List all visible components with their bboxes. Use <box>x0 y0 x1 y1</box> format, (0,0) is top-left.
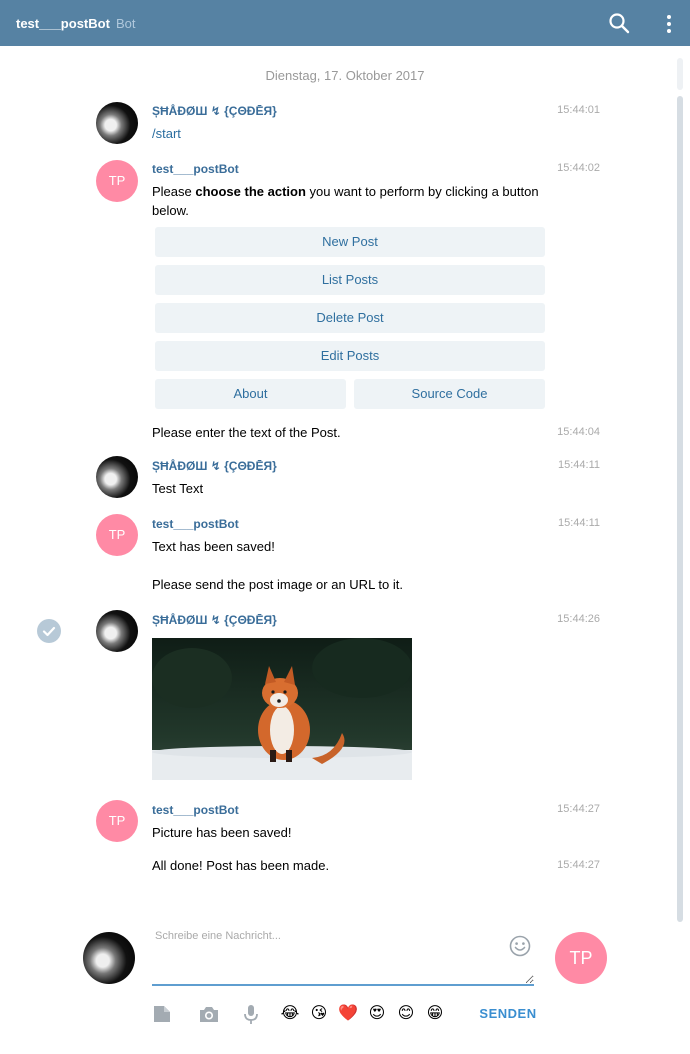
message-text: Please enter the text of the Post. <box>152 425 341 440</box>
message-time: 15:44:11 <box>557 459 600 471</box>
message-time: 15:44:26 <box>557 613 600 625</box>
emoji-button[interactable]: ❤️ <box>338 1004 358 1024</box>
message-text-part: Please <box>152 184 196 199</box>
emoji-button[interactable]: 😁 <box>425 1004 445 1024</box>
microphone-icon[interactable] <box>240 1003 262 1025</box>
emoji-button[interactable]: 😂 <box>280 1004 300 1024</box>
chat-title[interactable]: test___postBot <box>16 16 110 31</box>
message-time: 15:44:04 <box>557 426 600 438</box>
more-vertical-icon[interactable] <box>662 14 676 34</box>
user-avatar[interactable] <box>96 610 138 652</box>
list-posts-button[interactable]: List Posts <box>155 265 545 295</box>
message-text: Test Text <box>152 481 204 496</box>
message-text: Picture has been saved! <box>152 825 292 840</box>
bot-avatar[interactable]: TP <box>96 514 138 556</box>
date-separator: Dienstag, 17. Oktober 2017 <box>265 68 425 83</box>
message-time: 15:44:11 <box>557 517 600 529</box>
message-author[interactable]: test___postBot <box>152 803 239 817</box>
send-button[interactable]: SENDEN <box>470 1006 546 1021</box>
message-author[interactable]: ȘĦÅĐØШ ↯ {ÇΘĐĒЯ} <box>152 613 277 627</box>
bot-avatar[interactable]: TP <box>96 160 138 202</box>
message-text: All done! Post has been made. <box>152 858 330 873</box>
message-time: 15:44:27 <box>557 803 600 815</box>
delete-post-button[interactable]: Delete Post <box>155 303 545 333</box>
scrollbar[interactable] <box>677 96 683 922</box>
emoji-button[interactable]: 😘 <box>309 1004 329 1024</box>
message-text: Please choose the action you want to per… <box>152 182 547 220</box>
message-time: 15:44:02 <box>557 162 600 174</box>
emoji-button[interactable]: 😍 <box>367 1004 387 1024</box>
message-input[interactable] <box>152 930 534 986</box>
bot-avatar[interactable]: TP <box>96 800 138 842</box>
peer-avatar[interactable]: TP <box>555 932 607 984</box>
check-icon[interactable] <box>37 619 61 643</box>
edit-posts-button[interactable]: Edit Posts <box>155 341 545 371</box>
message-author[interactable]: test___postBot <box>152 162 239 176</box>
source-code-button[interactable]: Source Code <box>354 379 545 409</box>
user-avatar[interactable] <box>96 102 138 144</box>
message-time: 15:44:01 <box>557 104 600 116</box>
message-author[interactable]: ȘĦÅĐØШ ↯ {ÇΘĐĒЯ} <box>152 104 277 118</box>
chat-header: test___postBot Bot <box>0 0 690 46</box>
camera-icon[interactable] <box>198 1003 220 1025</box>
smile-icon[interactable] <box>509 935 531 957</box>
message-text: Text has been saved! <box>152 539 275 554</box>
message-author[interactable]: test___postBot <box>152 517 239 531</box>
about-button[interactable]: About <box>155 379 346 409</box>
message-text[interactable]: /start <box>152 124 552 143</box>
photo-fox[interactable] <box>152 638 412 780</box>
emoji-button[interactable]: 😊 <box>396 1004 416 1024</box>
user-avatar[interactable] <box>96 456 138 498</box>
new-post-button[interactable]: New Post <box>155 227 545 257</box>
chat-subtitle: Bot <box>116 16 136 31</box>
file-icon[interactable] <box>151 1003 173 1025</box>
message-author[interactable]: ȘĦÅĐØШ ↯ {ÇΘĐĒЯ} <box>152 459 277 473</box>
message-text: Please send the post image or an URL to … <box>152 577 403 592</box>
message-time: 15:44:27 <box>557 859 600 871</box>
own-avatar[interactable] <box>83 932 135 984</box>
message-text-bold: choose the action <box>195 184 306 199</box>
search-icon[interactable] <box>608 12 630 34</box>
